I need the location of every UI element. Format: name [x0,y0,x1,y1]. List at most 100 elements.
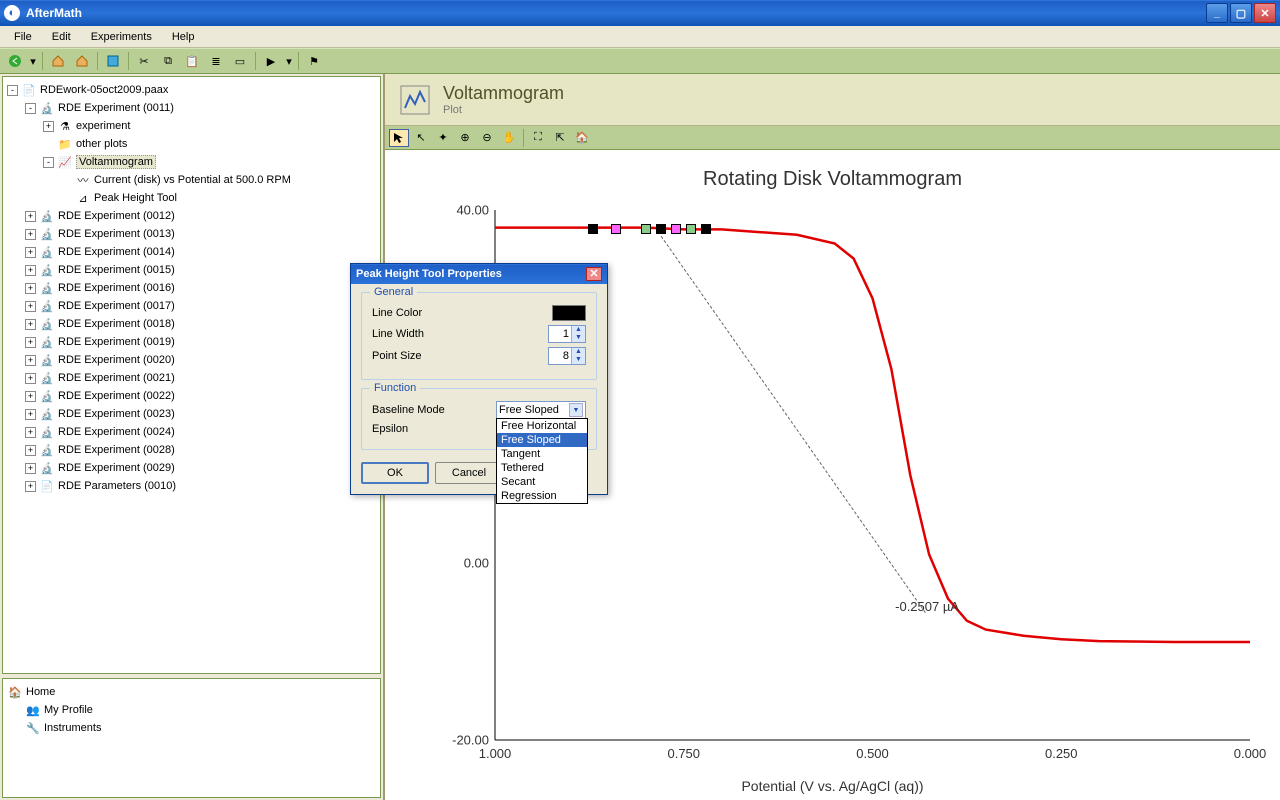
tree-item[interactable]: +🔬RDE Experiment (0018) [5,315,378,333]
expand-toggle[interactable]: + [25,247,36,258]
menu-edit[interactable]: Edit [44,28,79,46]
close-button[interactable]: ✕ [1254,3,1276,23]
tree-item[interactable]: +🔬RDE Experiment (0020) [5,351,378,369]
point-size-input[interactable] [549,348,571,364]
tree-item[interactable]: +🔬RDE Experiment (0013) [5,225,378,243]
expand-toggle[interactable]: + [25,445,36,456]
combo-option[interactable]: Tethered [497,461,587,475]
tree-item[interactable]: -🔬RDE Experiment (0011) [5,99,378,117]
expand-toggle[interactable]: + [25,283,36,294]
home-alt-button[interactable] [71,51,93,71]
menu-file[interactable]: File [6,28,40,46]
tree-item[interactable]: +🔬RDE Experiment (0012) [5,207,378,225]
expand-toggle[interactable]: - [43,157,54,168]
expand-toggle[interactable]: + [25,427,36,438]
pan-tool[interactable]: ✋ [499,129,519,147]
dialog-close-button[interactable]: ✕ [586,267,602,281]
baseline-marker[interactable] [656,224,666,234]
tree-item[interactable]: +⚗experiment [5,117,378,135]
expand-toggle[interactable]: + [25,463,36,474]
expand-toggle[interactable]: + [25,355,36,366]
line-width-spinner[interactable]: ▲▼ [548,325,586,343]
tree-item[interactable]: +🔬RDE Experiment (0021) [5,369,378,387]
menu-help[interactable]: Help [164,28,203,46]
ok-button[interactable]: OK [361,462,429,484]
spin-up-icon[interactable]: ▲ [571,326,585,334]
tree-item[interactable]: +🔬RDE Experiment (0019) [5,333,378,351]
combo-option[interactable]: Free Horizontal [497,419,587,433]
tree-item[interactable]: -📈Voltammogram [5,153,378,171]
doc-button[interactable]: ▭ [229,51,251,71]
zoom-out-tool[interactable]: ⊖ [477,129,497,147]
back-history-button[interactable]: ▾ [28,51,38,71]
expand-toggle[interactable]: + [25,409,36,420]
spin-up-icon[interactable]: ▲ [571,348,585,356]
baseline-marker[interactable] [611,224,621,234]
chevron-down-icon[interactable]: ▼ [569,403,583,417]
home-item[interactable]: My Profile [44,704,93,716]
fit-tool[interactable]: ⛶ [528,129,548,147]
expand-toggle[interactable]: - [7,85,18,96]
expand-toggle[interactable]: + [25,337,36,348]
baseline-marker[interactable] [701,224,711,234]
expand-toggle[interactable]: + [25,391,36,402]
baseline-marker[interactable] [641,224,651,234]
combo-option[interactable]: Tangent [497,447,587,461]
minimize-button[interactable]: _ [1206,3,1228,23]
zoom-in-tool[interactable]: ⊕ [455,129,475,147]
tree-item[interactable]: +🔬RDE Experiment (0022) [5,387,378,405]
tree-item[interactable]: +🔬RDE Experiment (0014) [5,243,378,261]
baseline-mode-combo[interactable]: Free Sloped ▼ Free HorizontalFree Sloped… [496,401,586,419]
save-button[interactable] [102,51,124,71]
export-tool[interactable]: ⇱ [550,129,570,147]
back-button[interactable] [4,51,26,71]
flag-button[interactable]: ⚑ [303,51,325,71]
spin-down-icon[interactable]: ▼ [571,356,585,364]
combo-option[interactable]: Secant [497,475,587,489]
peak-height-dialog[interactable]: Peak Height Tool Properties ✕ General Li… [350,263,608,495]
line-width-input[interactable] [549,326,571,342]
tree-item[interactable]: +🔬RDE Experiment (0017) [5,297,378,315]
home-plot-tool[interactable]: 🏠 [572,129,592,147]
baseline-marker[interactable] [588,224,598,234]
pointer-tool[interactable]: ↖ [411,129,431,147]
expand-toggle[interactable]: + [43,121,54,132]
combo-option[interactable]: Free Sloped [497,433,587,447]
crosshair-tool[interactable]: ✦ [433,129,453,147]
run-menu-button[interactable]: ▾ [284,51,294,71]
tree-item[interactable]: ⊿Peak Height Tool [5,189,378,207]
cut-button[interactable]: ✂ [133,51,155,71]
tree-item[interactable]: +📄RDE Parameters (0010) [5,477,378,495]
menu-experiments[interactable]: Experiments [83,28,160,46]
select-tool[interactable] [389,129,409,147]
expand-toggle[interactable]: + [25,265,36,276]
tree-item[interactable]: +🔬RDE Experiment (0023) [5,405,378,423]
tree-item[interactable]: +🔬RDE Experiment (0028) [5,441,378,459]
point-size-spinner[interactable]: ▲▼ [548,347,586,365]
tree-item[interactable]: +🔬RDE Experiment (0024) [5,423,378,441]
home-label[interactable]: Home [26,686,55,698]
baseline-marker[interactable] [686,224,696,234]
line-color-swatch[interactable] [552,305,586,321]
tree-item[interactable]: 〰Current (disk) vs Potential at 500.0 RP… [5,171,378,189]
expand-toggle[interactable]: + [25,229,36,240]
expand-toggle[interactable]: + [25,481,36,492]
tree-item[interactable]: -📄RDEwork-05oct2009.paax [5,81,378,99]
tree-item[interactable]: +🔬RDE Experiment (0029) [5,459,378,477]
tree-item[interactable]: +🔬RDE Experiment (0016) [5,279,378,297]
home-item[interactable]: Instruments [44,722,101,734]
cancel-button[interactable]: Cancel [435,462,503,484]
tree-item[interactable]: +🔬RDE Experiment (0015) [5,261,378,279]
combo-option[interactable]: Regression [497,489,587,503]
expand-toggle[interactable]: - [25,103,36,114]
project-tree[interactable]: -📄RDEwork-05oct2009.paax-🔬RDE Experiment… [2,76,381,674]
baseline-marker[interactable] [671,224,681,234]
spin-down-icon[interactable]: ▼ [571,334,585,342]
expand-toggle[interactable]: + [25,211,36,222]
maximize-button[interactable]: ▢ [1230,3,1252,23]
expand-toggle[interactable]: + [25,373,36,384]
paste-button[interactable]: 📋 [181,51,203,71]
copy-button[interactable]: ⧉ [157,51,179,71]
tree-item[interactable]: 📁other plots [5,135,378,153]
expand-toggle[interactable]: + [25,319,36,330]
